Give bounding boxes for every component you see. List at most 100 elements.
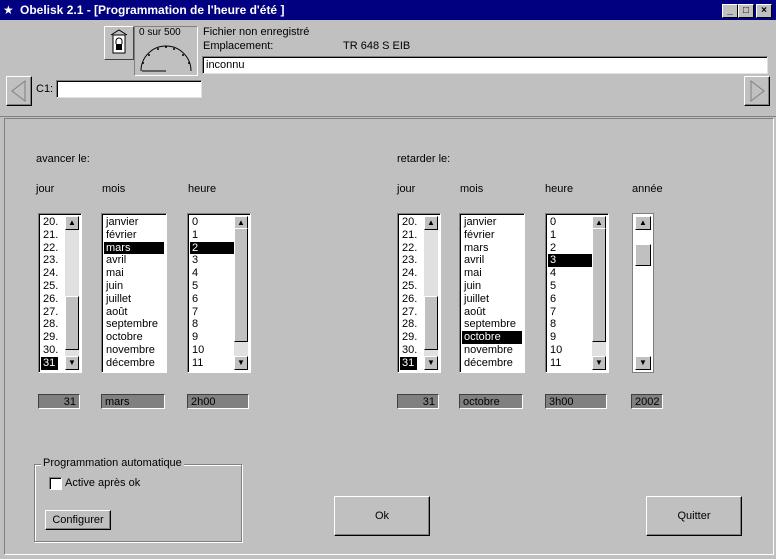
list-item[interactable]: 26. <box>41 293 58 306</box>
list-item[interactable]: 25. <box>400 280 417 293</box>
list-item[interactable]: 2 <box>548 242 592 255</box>
retard-day-scrollbar[interactable]: ▲ ▼ <box>424 216 438 370</box>
list-item[interactable]: octobre <box>104 331 164 344</box>
advance-month-list[interactable]: janvier février mars avril mai juin juillet aoû… <box>101 213 167 373</box>
scroll-thumb[interactable] <box>635 244 651 266</box>
list-item[interactable]: 9 <box>548 331 592 344</box>
list-item[interactable]: 3 <box>548 254 592 268</box>
c1-field[interactable] <box>56 80 202 98</box>
list-item[interactable]: 20. <box>41 216 58 229</box>
scroll-up-icon[interactable]: ▲ <box>424 216 438 230</box>
advance-hour-list[interactable]: 0 1 2 3 4 5 6 7 8 9 10 11 ▲ ▼ <box>187 213 251 373</box>
scroll-thumb[interactable] <box>592 228 606 342</box>
list-item[interactable]: 22. <box>41 242 58 255</box>
list-item[interactable]: novembre <box>462 344 522 357</box>
retard-year-scrollbar[interactable]: ▲ ▼ <box>632 213 654 373</box>
list-item[interactable]: décembre <box>462 357 522 370</box>
list-item[interactable]: 29. <box>400 331 417 344</box>
obelisk-icon[interactable]: ★ <box>3 3 17 17</box>
list-item[interactable]: 30. <box>41 344 58 357</box>
list-item[interactable]: 27. <box>41 306 58 319</box>
list-item[interactable]: mars <box>104 241 164 255</box>
advance-day-scrollbar[interactable]: ▲ ▼ <box>65 216 79 370</box>
list-item[interactable]: octobre <box>462 331 522 344</box>
list-item[interactable]: août <box>104 306 164 319</box>
list-item[interactable]: avril <box>104 254 164 267</box>
list-item[interactable]: 31 <box>400 356 418 370</box>
list-item[interactable]: 0 <box>548 216 592 229</box>
maximize-button[interactable]: □ <box>738 4 754 18</box>
list-item[interactable]: 6 <box>548 293 592 306</box>
list-item[interactable]: janvier <box>462 216 522 229</box>
list-item[interactable]: 23. <box>41 254 58 267</box>
retard-hour-scrollbar[interactable]: ▲ ▼ <box>592 216 606 370</box>
list-item[interactable]: novembre <box>104 344 164 357</box>
list-item[interactable]: août <box>462 306 522 319</box>
scroll-down-icon[interactable]: ▼ <box>424 356 438 370</box>
active-checkbox[interactable] <box>49 477 62 490</box>
scroll-thumb[interactable] <box>424 296 438 350</box>
list-item[interactable]: 7 <box>548 306 592 319</box>
scroll-thumb[interactable] <box>65 296 79 350</box>
list-item[interactable]: 27. <box>400 306 417 319</box>
scroll-down-icon[interactable]: ▼ <box>234 356 248 370</box>
retard-month-list[interactable]: janvier février mars avril mai juin juillet aoû… <box>459 213 525 373</box>
list-item[interactable]: avril <box>462 254 522 267</box>
list-item[interactable]: 23. <box>400 254 417 267</box>
list-item[interactable]: 24. <box>400 267 417 280</box>
list-item[interactable]: février <box>462 229 522 242</box>
list-item[interactable]: 4 <box>548 267 592 280</box>
list-item[interactable]: 1 <box>548 229 592 242</box>
list-item[interactable]: 11 <box>548 357 592 370</box>
minimize-button[interactable]: _ <box>722 4 738 18</box>
retard-day-list[interactable]: 20. 21. 22. 23. 24. 25. 26. 27. 28. 29. 30. 31 ▲ ▼ <box>397 213 441 373</box>
list-item[interactable]: janvier <box>104 216 164 229</box>
list-item[interactable]: 25. <box>41 280 58 293</box>
list-item[interactable]: décembre <box>104 357 164 370</box>
list-item[interactable]: 29. <box>41 331 58 344</box>
list-item[interactable]: 5 <box>190 280 234 293</box>
retard-hour-list[interactable]: 0 1 2 3 4 5 6 7 8 9 10 11 ▲ ▼ <box>545 213 609 373</box>
list-item[interactable]: 21. <box>400 229 417 242</box>
location-field[interactable]: inconnu <box>202 56 768 74</box>
list-item[interactable]: 8 <box>190 318 234 331</box>
list-item[interactable]: 21. <box>41 229 58 242</box>
scroll-down-icon[interactable]: ▼ <box>592 356 606 370</box>
list-item[interactable]: 24. <box>41 267 58 280</box>
list-item[interactable]: 20. <box>400 216 417 229</box>
list-item[interactable]: juillet <box>462 293 522 306</box>
list-item[interactable]: juin <box>104 280 164 293</box>
list-item[interactable]: septembre <box>104 318 164 331</box>
list-item[interactable]: 1 <box>190 229 234 242</box>
list-item[interactable]: 9 <box>190 331 234 344</box>
next-button[interactable] <box>744 76 770 106</box>
scroll-down-icon[interactable]: ▼ <box>635 356 651 370</box>
list-item[interactable]: 0 <box>190 216 234 229</box>
list-item[interactable]: mars <box>462 242 522 255</box>
list-item[interactable]: 6 <box>190 293 234 306</box>
list-item[interactable]: 30. <box>400 344 417 357</box>
advance-day-list[interactable]: 20. 21. 22. 23. 24. 25. 26. 27. 28. 29. 30. 31 ▲ ▼ <box>38 213 82 373</box>
scroll-thumb[interactable] <box>234 228 248 342</box>
list-item[interactable]: 10 <box>190 344 234 357</box>
list-item[interactable]: 3 <box>190 254 234 267</box>
list-item[interactable]: 31 <box>41 356 59 370</box>
list-item[interactable]: 7 <box>190 306 234 319</box>
list-item[interactable]: 11 <box>190 357 234 370</box>
ok-button[interactable]: Ok <box>334 496 430 536</box>
list-item[interactable]: 4 <box>190 267 234 280</box>
list-item[interactable]: 5 <box>548 280 592 293</box>
list-item[interactable]: mai <box>462 267 522 280</box>
list-item[interactable]: 8 <box>548 318 592 331</box>
close-button[interactable]: × <box>756 4 772 18</box>
list-item[interactable]: juillet <box>104 293 164 306</box>
scroll-down-icon[interactable]: ▼ <box>65 356 79 370</box>
list-item[interactable]: mai <box>104 267 164 280</box>
list-item[interactable]: février <box>104 229 164 242</box>
list-item[interactable]: 28. <box>400 318 417 331</box>
advance-hour-scrollbar[interactable]: ▲ ▼ <box>234 216 248 370</box>
list-item[interactable]: septembre <box>462 318 522 331</box>
title-bar[interactable]: ★ Obelisk 2.1 - [Programmation de l'heur… <box>0 0 776 20</box>
scroll-up-icon[interactable]: ▲ <box>65 216 79 230</box>
quit-button[interactable]: Quitter <box>646 496 742 536</box>
